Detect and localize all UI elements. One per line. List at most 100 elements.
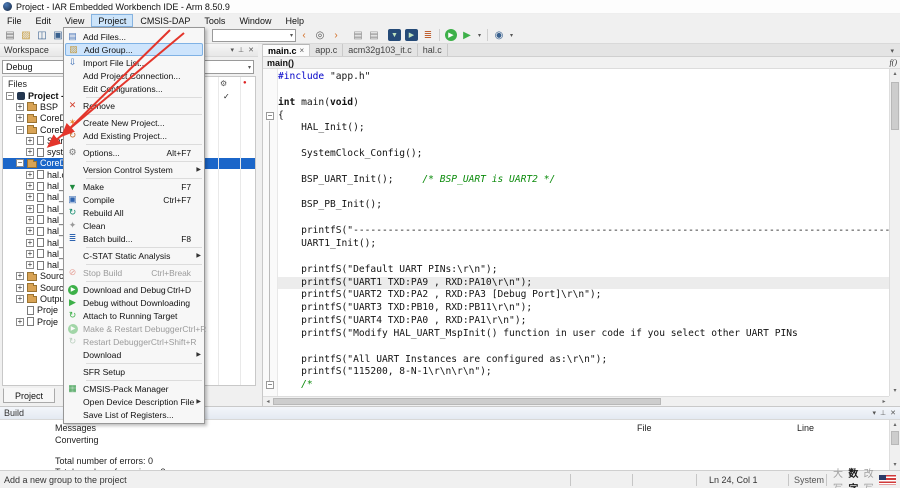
expand-icon[interactable]: + [26,261,34,269]
code-line[interactable] [278,251,889,264]
download-and-debug-icon[interactable]: ▶ [445,29,457,41]
expand-icon[interactable]: + [26,239,34,247]
menubar-item-view[interactable]: View [58,14,91,27]
code-line[interactable]: printfS("Modify HAL_UART_MspInit() funct… [278,328,889,341]
ime-indicator-1[interactable]: 数字 [848,465,859,488]
project-menu-item-open-device-description-file[interactable]: Open Device Description File▶ [64,395,204,408]
pin-icon[interactable]: ⊥ [238,46,244,54]
code-line[interactable]: BSP_PB_Init(); [278,199,889,212]
close-icon[interactable]: ✕ [248,46,254,54]
expand-icon[interactable]: + [16,114,24,122]
code-line[interactable]: SystemClock_Config(); [278,148,889,161]
menubar-item-help[interactable]: Help [278,14,311,27]
project-menu-item-debug-without-downloading[interactable]: ▶Debug without Downloading [64,296,204,309]
prev-document-icon[interactable]: ▤ [350,28,366,42]
menubar-item-project[interactable]: Project [91,14,133,27]
code-line[interactable] [278,212,889,225]
project-menu-item-add-project-connection[interactable]: Add Project Connection... [64,69,204,82]
line-column-header[interactable]: Line [797,423,814,433]
project-menu-item-add-files[interactable]: ▤Add Files... [64,30,204,43]
debug-options-caret[interactable]: ▾ [475,32,484,39]
expand-icon[interactable]: + [26,227,34,235]
build-log-icon[interactable]: ≣ [420,28,436,42]
project-menu-item-clean[interactable]: ✦Clean [64,219,204,232]
project-menu-item-batch-build[interactable]: ≣Batch build...F8 [64,232,204,245]
project-menu-item-download-and-debug[interactable]: ▶Download and DebugCtrl+D [64,283,204,296]
code-line[interactable]: printfS("Default UART PINs:\r\n"); [278,264,889,277]
code-line[interactable]: UART1_Init(); [278,238,889,251]
code-line[interactable] [278,84,889,97]
project-menu-item-restart-debugger[interactable]: ↻Restart DebuggerCtrl+Shift+R [64,335,204,348]
code-line[interactable]: printfS("115200, 8-N-1\r\n\r\n"); [278,366,889,379]
build-message-row[interactable]: Converting [55,435,889,446]
options-column-gear-icon[interactable]: ⚙ [220,79,227,88]
function-list-icon[interactable]: f() [889,58,900,67]
compile-toolbar-icon[interactable]: ▼ [388,29,401,41]
editor-tab-acm32g103-it-c[interactable]: acm32g103_it.c [343,44,418,56]
project-menu-item-c-stat-static-analysis[interactable]: C-STAT Static Analysis▶ [64,249,204,262]
expand-icon[interactable]: + [16,103,24,111]
menubar-item-tools[interactable]: Tools [197,14,232,27]
expand-icon[interactable]: + [26,171,34,179]
expand-icon[interactable]: + [16,272,24,280]
project-menu-item-rebuild-all[interactable]: ↻Rebuild All [64,206,204,219]
code-line[interactable]: HAL_Init(); [278,122,889,135]
collapse-icon[interactable]: − [16,159,24,167]
project-menu-item-import-file-list[interactable]: ⇩Import File List... [64,56,204,69]
fold-collapse-icon[interactable]: − [266,112,274,120]
tab-list-icon[interactable]: ▾ [890,44,898,57]
project-menu-item-download[interactable]: Download▶ [64,348,204,361]
combo-caret-icon[interactable]: ▾ [248,64,253,71]
project-menu-item-create-new-project[interactable]: ✶Create New Project... [64,116,204,129]
open-file-icon[interactable]: ▨ [18,28,34,42]
project-menu-item-stop-build[interactable]: ⊘Stop BuildCtrl+Break [64,266,204,279]
scroll-up-icon[interactable]: ▴ [890,420,900,430]
search-icon[interactable]: ◎ [312,28,328,42]
scroll-down-icon[interactable]: ▾ [890,460,900,470]
context-function[interactable]: main() [267,58,294,68]
code-line[interactable]: /* [278,379,889,392]
menubar-item-edit[interactable]: Edit [29,14,59,27]
menubar-item-file[interactable]: File [0,14,29,27]
expand-icon[interactable]: + [26,216,34,224]
expand-icon[interactable]: + [26,193,34,201]
code-line[interactable]: printfS("All UART Instances are configur… [278,354,889,367]
collapse-icon[interactable]: − [16,126,24,134]
scroll-right-icon[interactable]: ▸ [879,397,889,406]
code-line[interactable]: int main(void) [278,97,889,110]
project-menu-item-add-group[interactable]: ▨Add Group... [65,43,203,56]
build-message-row[interactable] [55,446,889,457]
editor-tab-main-c[interactable]: main.c× [263,44,310,56]
code-line[interactable]: { [278,110,889,123]
find-previous-icon[interactable]: ‹ [296,28,312,42]
horizontal-scroll-thumb[interactable] [273,398,661,405]
tab-close-icon[interactable]: × [300,46,305,55]
code-line[interactable]: printfS("UART2 TXD:PA2 , RXD:PA3 [Debug … [278,289,889,302]
project-menu-item-attach-to-running-target[interactable]: ↻Attach to Running Target [64,309,204,322]
workspace-project-tab[interactable]: Project [3,388,55,403]
editor-tab-app-c[interactable]: app.c [310,44,343,56]
vertical-scrollbar[interactable]: ▴ ▾ [889,69,900,396]
expand-icon[interactable]: + [26,182,34,190]
menubar-item-cmsis-dap[interactable]: CMSIS-DAP [133,14,197,27]
code-line[interactable] [278,161,889,174]
pin-icon[interactable]: ⊥ [880,409,886,417]
ime-indicator-0[interactable]: 大写 [833,465,844,488]
combo-caret-icon[interactable]: ▾ [290,32,295,39]
file-column-header[interactable]: File [637,423,652,433]
build-message-row[interactable]: Total number of errors: 0 [55,456,889,467]
expand-icon[interactable]: + [26,205,34,213]
search-combo[interactable]: ▾ [212,29,296,42]
project-menu-item-cmsis-pack-manager[interactable]: ▦CMSIS-Pack Manager [64,382,204,395]
project-menu-item-compile[interactable]: ▣CompileCtrl+F7 [64,193,204,206]
editor-tab-hal-c[interactable]: hal.c [418,44,448,56]
project-menu-item-save-list-of-registers[interactable]: Save List of Registers... [64,408,204,421]
new-document-icon[interactable]: ▤ [2,28,18,42]
scroll-up-icon[interactable]: ▴ [890,69,900,79]
next-document-icon[interactable]: ▤ [366,28,382,42]
expand-icon[interactable]: + [16,318,24,326]
scroll-down-icon[interactable]: ▾ [890,386,900,396]
build-scrollbar[interactable]: ▴ ▾ [889,420,900,470]
code-line[interactable]: printfS("UART4 TXD:PA0 , RXD:PA1\r\n"); [278,315,889,328]
attach-to-target-tb-icon[interactable]: ◉ [491,28,507,42]
